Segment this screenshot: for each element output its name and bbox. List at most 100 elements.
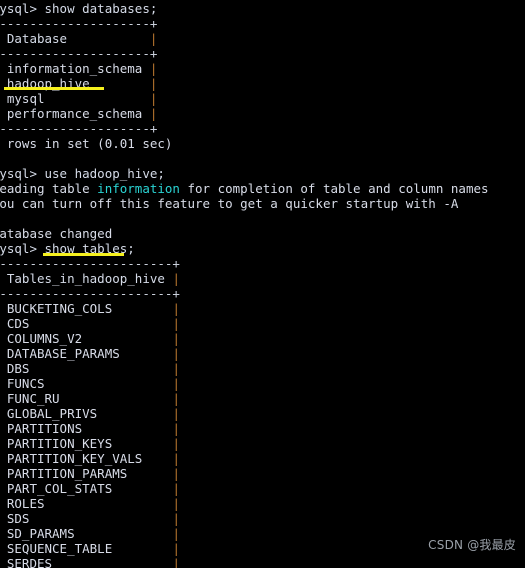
pipe-right: | <box>142 61 158 76</box>
pipe-left: | <box>0 436 7 451</box>
table-name: DBS <box>6 361 30 376</box>
db-table-separator-top: +--------------------+ <box>0 16 158 31</box>
tables-header-row: | Tables_in_hadoop_hive | <box>0 271 525 286</box>
table-row: | FUNC_RU | <box>0 391 525 406</box>
table-name: PARTITIONS <box>6 421 83 436</box>
pipe-right: | <box>127 466 180 481</box>
table-row: | DATABASE_PARAMS | <box>0 346 525 361</box>
table-name: SERDES <box>6 556 53 568</box>
pipe-right: | <box>112 436 180 451</box>
pipe-left: | <box>0 496 7 511</box>
db-table-row: | performance_schema | <box>0 106 525 121</box>
db-table-header-row: | Database | <box>0 31 525 46</box>
db-table-row: | mysql | <box>0 91 525 106</box>
pipe-right: | <box>29 361 180 376</box>
pipe-left: | <box>0 556 7 568</box>
pipe-left: | <box>0 31 7 46</box>
table-name: PARTITION_KEY_VALS <box>6 451 143 466</box>
notice-highlight-information: information <box>97 181 180 196</box>
notice-text-before: Reading table <box>0 181 98 196</box>
pipe-right: | <box>112 541 180 556</box>
pipe-left: | <box>0 61 7 76</box>
tables-header-label: Tables_in_hadoop_hive <box>6 271 165 286</box>
pipe-left: | <box>0 421 7 436</box>
table-name: PART_COL_STATS <box>6 481 113 496</box>
notice-reading-table-info: Reading table information for completion… <box>0 181 525 196</box>
table-name: CDS <box>6 316 30 331</box>
db-table-row: | information_schema | <box>0 61 525 76</box>
pipe-left: | <box>0 541 7 556</box>
db-name: mysql <box>6 91 45 106</box>
table-row: | BUCKETING_COLS | <box>0 301 525 316</box>
pipe-right: | <box>67 31 158 46</box>
pipe-right: | <box>82 421 180 436</box>
tables-separator-top: +-----------------------+ <box>0 256 180 271</box>
pipe-right: | <box>29 511 180 526</box>
prompt-1: mysql> <box>0 1 37 16</box>
pipe-right: | <box>59 391 180 406</box>
table-name: DATABASE_PARAMS <box>6 346 120 361</box>
pipe-left: | <box>0 301 7 316</box>
pipe-right: | <box>82 331 180 346</box>
db-table-separator-bottom: +--------------------+ <box>0 121 158 136</box>
table-row: | PARTITIONS | <box>0 421 525 436</box>
pipe-right: | <box>44 496 180 511</box>
prompt-line-show-databases: mysql> show databases; <box>0 1 525 16</box>
db-name: performance_schema <box>6 106 143 121</box>
pipe-left: | <box>0 331 7 346</box>
table-name: ROLES <box>6 496 45 511</box>
pipe-right: | <box>142 106 158 121</box>
pipe-left: | <box>0 91 7 106</box>
table-name: SDS <box>6 511 30 526</box>
pipe-left: | <box>0 481 7 496</box>
notice-turn-off-feature: You can turn off this feature to get a q… <box>0 196 459 211</box>
pipe-left: | <box>0 106 7 121</box>
prompt-2: mysql> <box>0 166 37 181</box>
db-result-count: 4 rows in set (0.01 sec) <box>0 136 173 151</box>
table-name: FUNCS <box>6 376 45 391</box>
pipe-right: | <box>112 481 180 496</box>
annotation-underline-show-tables <box>43 253 124 256</box>
table-name: SD_PARAMS <box>6 526 75 541</box>
status-database-changed: Database changed <box>0 226 113 241</box>
table-row: | FUNCS | <box>0 376 525 391</box>
tables-separator-mid: +-----------------------+ <box>0 286 180 301</box>
db-table-header-label: Database <box>6 31 68 46</box>
pipe-left: | <box>0 466 7 481</box>
table-row: | GLOBAL_PRIVS | <box>0 406 525 421</box>
command-use-hadoop-hive: use hadoop_hive; <box>44 166 165 181</box>
pipe-left: | <box>0 271 7 286</box>
pipe-left: | <box>0 406 7 421</box>
table-row: | SERDES | <box>0 556 525 568</box>
prompt-3: mysql> <box>0 241 37 256</box>
table-row: | DBS | <box>0 361 525 376</box>
pipe-left: | <box>0 451 7 466</box>
table-row: | PARTITION_KEY_VALS | <box>0 451 525 466</box>
pipe-right: | <box>119 346 180 361</box>
pipe-left: | <box>0 511 7 526</box>
pipe-left: | <box>0 361 7 376</box>
pipe-right: | <box>44 91 158 106</box>
prompt-line-use-db: mysql> use hadoop_hive; <box>0 166 525 181</box>
table-row: | ROLES | <box>0 496 525 511</box>
table-row: | COLUMNS_V2 | <box>0 331 525 346</box>
pipe-left: | <box>0 526 7 541</box>
terminal-window[interactable]: mysql> show databases; +----------------… <box>0 0 525 568</box>
table-row: | CDS | <box>0 316 525 331</box>
table-row: | PARTITION_PARAMS | <box>0 466 525 481</box>
pipe-right: | <box>164 271 180 286</box>
table-name: PARTITION_PARAMS <box>6 466 128 481</box>
csdn-watermark: CSDN @我最皮 <box>428 538 516 552</box>
pipe-left: | <box>0 346 7 361</box>
pipe-right: | <box>74 526 180 541</box>
table-name: PARTITION_KEYS <box>6 436 113 451</box>
pipe-left: | <box>0 316 7 331</box>
pipe-right: | <box>112 301 180 316</box>
table-row: | SDS | <box>0 511 525 526</box>
table-row: | PARTITION_KEYS | <box>0 436 525 451</box>
annotation-underline-hadoop-hive <box>4 87 104 90</box>
pipe-right: | <box>97 406 180 421</box>
pipe-right: | <box>142 451 180 466</box>
pipe-right: | <box>29 316 180 331</box>
